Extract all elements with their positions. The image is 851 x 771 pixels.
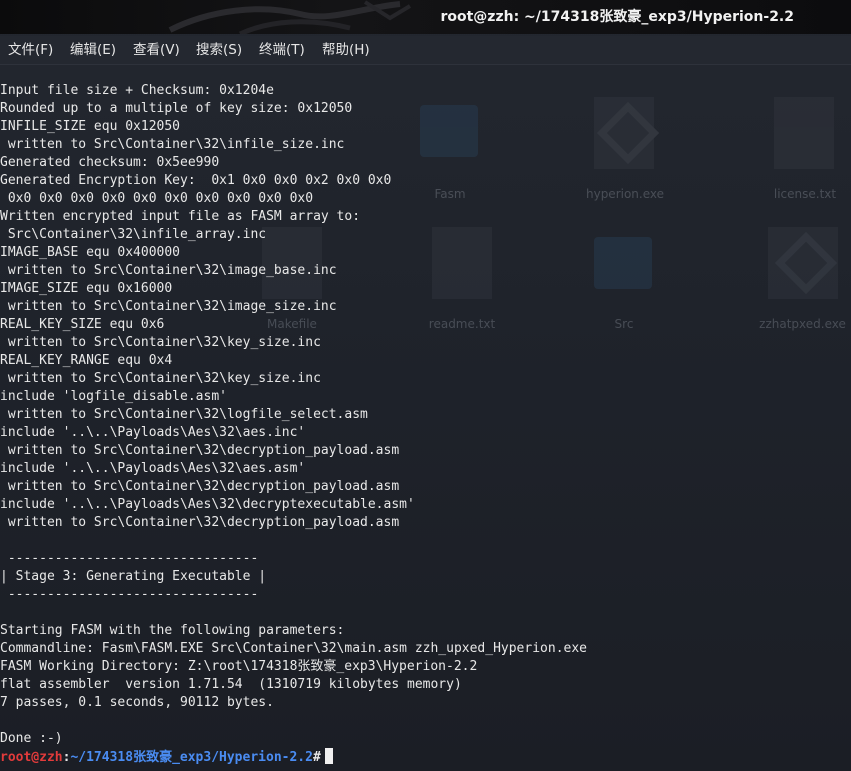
menu-search[interactable]: 搜索(S) [196, 36, 242, 64]
terminal-line: FASM Working Directory: Z:\root\174318张致… [0, 659, 478, 674]
terminal-line: INFILE_SIZE equ 0x12050 [0, 119, 181, 134]
menu-view[interactable]: 查看(V) [133, 36, 180, 64]
menu-terminal[interactable]: 终端(T) [259, 36, 305, 64]
terminal-line: Rounded up to a multiple of key size: 0x… [0, 101, 353, 116]
shell-prompt[interactable]: root@zzh:~/174318张致豪_exp3/Hyperion-2.2# [0, 748, 851, 766]
terminal-line: flat assembler version 1.71.54 (1310719 … [0, 677, 462, 692]
menu-edit[interactable]: 编辑(E) [70, 36, 116, 64]
terminal-line: 7 passes, 0.1 seconds, 90112 bytes. [0, 695, 274, 710]
terminal-line: Generated Encryption Key: 0x1 0x0 0x0 0x… [0, 173, 392, 188]
title-bar[interactable]: root@zzh: ~/174318张致豪_exp3/Hyperion-2.2 [0, 0, 851, 34]
terminal-line: Starting FASM with the following paramet… [0, 623, 345, 638]
prompt-symbol: # [312, 750, 321, 765]
terminal-line: written to Src\Container\32\decryption_p… [0, 443, 400, 458]
terminal-line: Src\Container\32\infile_array.inc [0, 227, 267, 242]
menu-bar: 文件(F) 编辑(E) 查看(V) 搜索(S) 终端(T) 帮助(H) [0, 36, 851, 65]
terminal-line: include '..\..\Payloads\Aes\32\aes.inc' [0, 425, 306, 440]
terminal-line: include '..\..\Payloads\Aes\32\decryptex… [0, 497, 415, 512]
terminal-line: include 'logfile_disable.asm' [0, 389, 227, 404]
stage-banner-bottom: -------------------------------- [0, 587, 259, 602]
terminal-line: IMAGE_BASE equ 0x400000 [0, 245, 181, 260]
terminal-line: written to Src\Container\32\key_size.inc [0, 335, 321, 350]
terminal-line: written to Src\Container\32\decryption_p… [0, 515, 400, 530]
terminal-line: Written encrypted input file as FASM arr… [0, 209, 361, 224]
terminal-output[interactable]: Input file size + Checksum: 0x1204e Roun… [0, 82, 851, 766]
terminal-line: written to Src\Container\32\key_size.inc [0, 371, 321, 386]
terminal-line: written to Src\Container\32\decryption_p… [0, 479, 400, 494]
terminal-line: written to Src\Container\32\image_base.i… [0, 263, 337, 278]
terminal-window: root@zzh: ~/174318张致豪_exp3/Hyperion-2.2 … [0, 0, 851, 771]
menu-help[interactable]: 帮助(H) [322, 36, 370, 64]
terminal-line: written to Src\Container\32\image_size.i… [0, 299, 337, 314]
window-title: root@zzh: ~/174318张致豪_exp3/Hyperion-2.2 [440, 9, 794, 25]
terminal-line: REAL_KEY_RANGE equ 0x4 [0, 353, 173, 368]
prompt-path: ~/174318张致豪_exp3/Hyperion-2.2 [70, 750, 313, 765]
terminal-line: Input file size + Checksum: 0x1204e [0, 83, 274, 98]
terminal-line: IMAGE_SIZE equ 0x16000 [0, 281, 173, 296]
terminal-line: REAL_KEY_SIZE equ 0x6 [0, 317, 165, 332]
prompt-user-host: root@zzh [0, 750, 63, 765]
text-cursor [324, 748, 333, 764]
terminal-line: 0x0 0x0 0x0 0x0 0x0 0x0 0x0 0x0 0x0 0x0 [0, 191, 314, 206]
terminal-line: include '..\..\Payloads\Aes\32\aes.asm' [0, 461, 306, 476]
menu-file[interactable]: 文件(F) [8, 36, 53, 64]
terminal-line: written to Src\Container\32\logfile_sele… [0, 407, 368, 422]
terminal-line: written to Src\Container\32\infile_size.… [0, 137, 345, 152]
terminal-line: Generated checksum: 0x5ee990 [0, 155, 220, 170]
stage-banner-title: | Stage 3: Generating Executable | [0, 569, 267, 584]
terminal-line: Commandline: Fasm\FASM.EXE Src\Container… [0, 641, 587, 656]
stage-banner-top: -------------------------------- [0, 551, 259, 566]
terminal-line: Done :-) [0, 731, 63, 746]
